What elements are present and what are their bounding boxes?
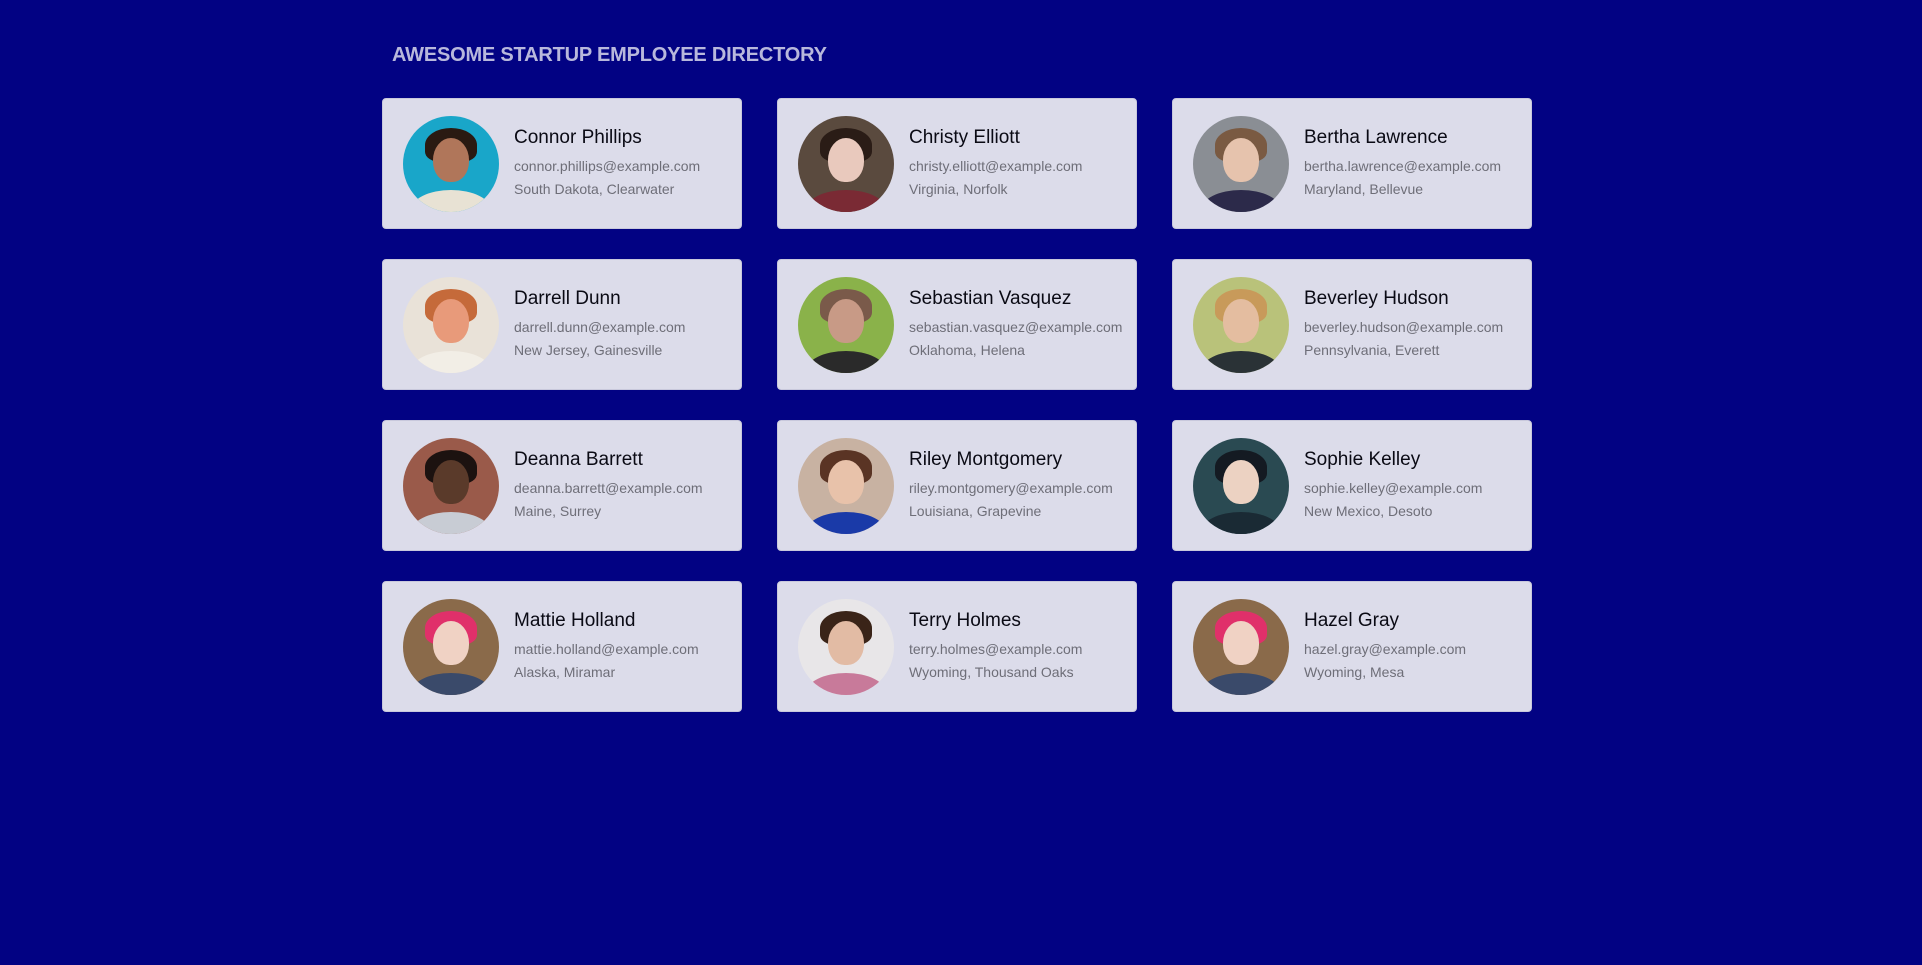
avatar-face [828, 459, 864, 504]
avatar-face [1223, 137, 1259, 182]
avatar [403, 598, 499, 695]
employee-card[interactable]: Hazel Gray hazel.gray@example.com Wyomin… [1172, 581, 1532, 712]
employee-card[interactable]: Darrell Dunn darrell.dunn@example.com Ne… [382, 259, 742, 390]
employee-name: Darrell Dunn [514, 287, 621, 309]
avatar [1193, 437, 1289, 534]
employee-location: Maryland, Bellevue [1304, 180, 1424, 197]
avatar-shoulders [411, 350, 491, 373]
employee-card[interactable]: Sebastian Vasquez sebastian.vasquez@exam… [777, 259, 1137, 390]
avatar-face [433, 298, 469, 343]
employee-email: hazel.gray@example.com [1304, 640, 1467, 657]
employee-name: Bertha Lawrence [1304, 126, 1448, 148]
employee-location: Pennsylvania, Everett [1304, 341, 1440, 358]
employee-name: Connor Phillips [514, 126, 642, 148]
employee-location: Wyoming, Mesa [1304, 663, 1405, 680]
employee-email: deanna.barrett@example.com [514, 479, 703, 496]
employee-location: Louisiana, Grapevine [909, 502, 1042, 519]
avatar [403, 437, 499, 534]
avatar-face [1223, 620, 1259, 665]
avatar [798, 437, 894, 534]
employee-info: Darrell Dunn darrell.dunn@example.com Ne… [514, 288, 685, 362]
employee-email: sophie.kelley@example.com [1304, 479, 1483, 496]
avatar-shoulders [1201, 189, 1281, 212]
employee-name: Hazel Gray [1304, 609, 1400, 631]
avatar-shoulders [1201, 350, 1281, 373]
avatar [403, 276, 499, 373]
employee-card[interactable]: Riley Montgomery riley.montgomery@exampl… [777, 420, 1137, 551]
employee-name: Sebastian Vasquez [909, 287, 1072, 309]
employee-info: Sebastian Vasquez sebastian.vasquez@exam… [909, 288, 1122, 362]
avatar-shoulders [1201, 672, 1281, 695]
avatar-face [1223, 298, 1259, 343]
avatar [1193, 276, 1289, 373]
avatar-shoulders [806, 511, 886, 534]
employee-card[interactable]: Terry Holmes terry.holmes@example.com Wy… [777, 581, 1137, 712]
employee-card[interactable]: Connor Phillips connor.phillips@example.… [382, 98, 742, 229]
employee-location: Wyoming, Thousand Oaks [909, 663, 1074, 680]
employee-location: Maine, Surrey [514, 502, 602, 519]
avatar [1193, 115, 1289, 212]
avatar-face [828, 620, 864, 665]
employee-info: Sophie Kelley sophie.kelley@example.com … [1304, 449, 1482, 523]
avatar-shoulders [411, 511, 491, 534]
employee-name: Deanna Barrett [514, 448, 643, 470]
avatar-face [433, 137, 469, 182]
avatar-face [433, 459, 469, 504]
employee-card[interactable]: Mattie Holland mattie.holland@example.co… [382, 581, 742, 712]
employee-card[interactable]: Christy Elliott christy.elliott@example.… [777, 98, 1137, 229]
employee-info: Christy Elliott christy.elliott@example.… [909, 127, 1082, 201]
employee-email: beverley.hudson@example.com [1304, 318, 1504, 335]
avatar-shoulders [1201, 511, 1281, 534]
avatar [798, 276, 894, 373]
avatar-shoulders [806, 189, 886, 212]
page-title: AWESOME STARTUP EMPLOYEE DIRECTORY [392, 44, 827, 66]
employee-name: Riley Montgomery [909, 448, 1063, 470]
employee-info: Bertha Lawrence bertha.lawrence@example.… [1304, 127, 1501, 201]
employee-card[interactable]: Bertha Lawrence bertha.lawrence@example.… [1172, 98, 1532, 229]
employee-location: South Dakota, Clearwater [514, 180, 675, 197]
employee-name: Sophie Kelley [1304, 448, 1421, 470]
employee-directory-page: AWESOME STARTUP EMPLOYEE DIRECTORY Conno… [0, 0, 1922, 965]
employee-name: Terry Holmes [909, 609, 1021, 631]
employee-email: mattie.holland@example.com [514, 640, 699, 657]
employee-email: terry.holmes@example.com [909, 640, 1083, 657]
employee-info: Riley Montgomery riley.montgomery@exampl… [909, 449, 1113, 523]
employee-name: Christy Elliott [909, 126, 1020, 148]
employee-name: Mattie Holland [514, 609, 636, 631]
employee-info: Mattie Holland mattie.holland@example.co… [514, 610, 699, 684]
avatar-shoulders [411, 189, 491, 212]
employee-info: Deanna Barrett deanna.barrett@example.co… [514, 449, 703, 523]
avatar-face [1223, 459, 1259, 504]
employee-location: New Mexico, Desoto [1304, 502, 1433, 519]
employee-location: Alaska, Miramar [514, 663, 616, 680]
employee-name: Beverley Hudson [1304, 287, 1449, 309]
employee-location: Virginia, Norfolk [909, 180, 1008, 197]
avatar-shoulders [806, 672, 886, 695]
employee-card[interactable]: Sophie Kelley sophie.kelley@example.com … [1172, 420, 1532, 551]
employee-card[interactable]: Beverley Hudson beverley.hudson@example.… [1172, 259, 1532, 390]
avatar [798, 598, 894, 695]
avatar [798, 115, 894, 212]
avatar [1193, 598, 1289, 695]
avatar-face [828, 298, 864, 343]
employee-location: New Jersey, Gainesville [514, 341, 663, 358]
employee-email: sebastian.vasquez@example.com [909, 318, 1123, 335]
avatar-shoulders [806, 350, 886, 373]
employee-email: darrell.dunn@example.com [514, 318, 686, 335]
avatar-shoulders [411, 672, 491, 695]
employee-email: connor.phillips@example.com [514, 157, 701, 174]
employee-card[interactable]: Deanna Barrett deanna.barrett@example.co… [382, 420, 742, 551]
employee-info: Connor Phillips connor.phillips@example.… [514, 127, 700, 201]
employee-grid: Connor Phillips connor.phillips@example.… [382, 98, 1532, 712]
employee-info: Hazel Gray hazel.gray@example.com Wyomin… [1304, 610, 1466, 684]
employee-email: riley.montgomery@example.com [909, 479, 1113, 496]
employee-info: Terry Holmes terry.holmes@example.com Wy… [909, 610, 1082, 684]
employee-email: christy.elliott@example.com [909, 157, 1083, 174]
employee-location: Oklahoma, Helena [909, 341, 1025, 358]
employee-info: Beverley Hudson beverley.hudson@example.… [1304, 288, 1503, 362]
avatar [403, 115, 499, 212]
avatar-face [433, 620, 469, 665]
avatar-face [828, 137, 864, 182]
employee-email: bertha.lawrence@example.com [1304, 157, 1502, 174]
